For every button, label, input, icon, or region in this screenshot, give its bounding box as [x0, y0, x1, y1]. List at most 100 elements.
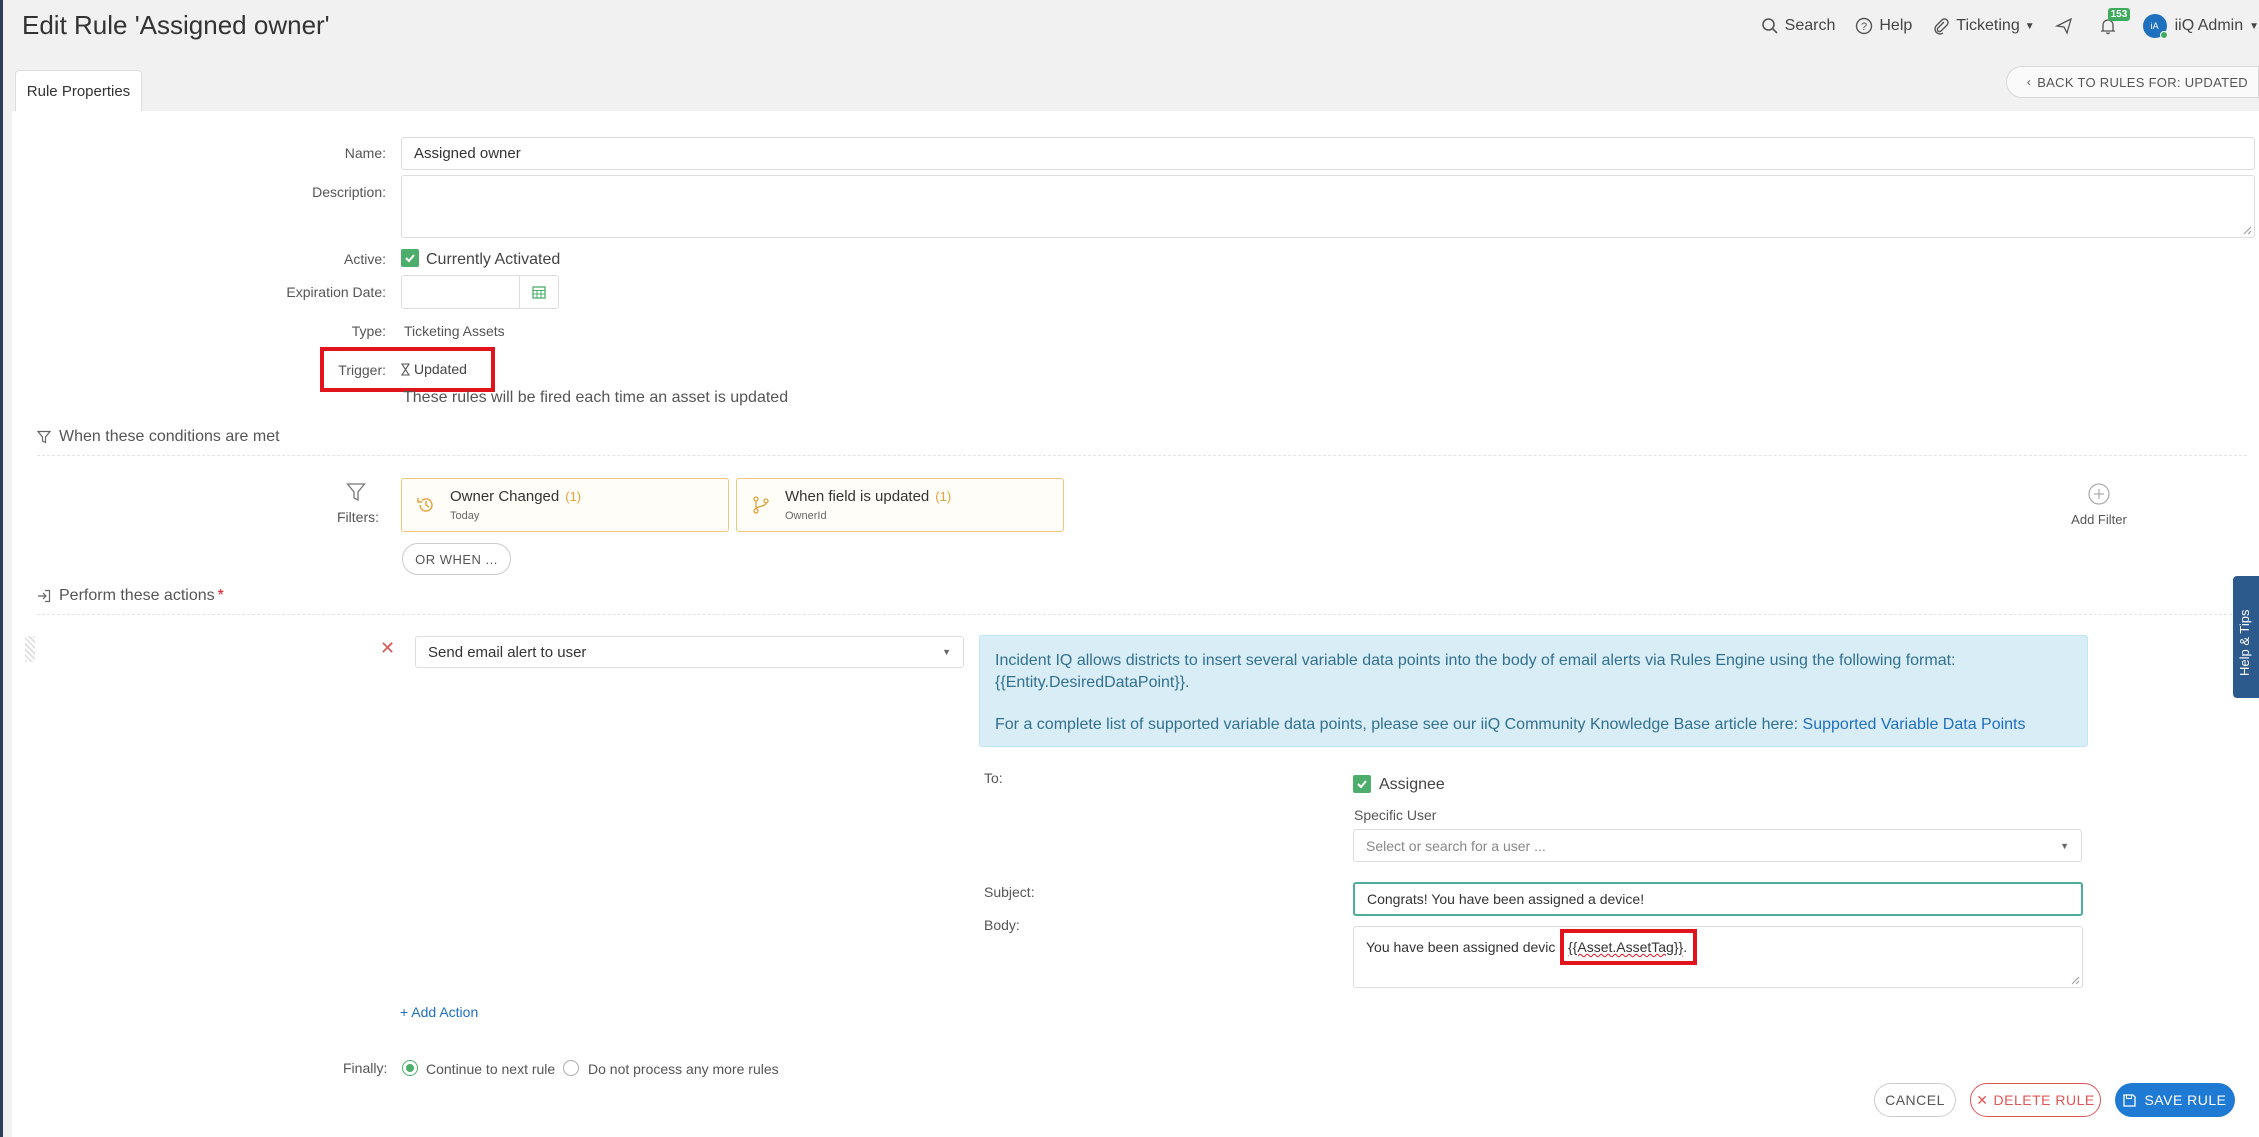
- description-label: Description:: [312, 184, 386, 200]
- chevron-down-icon: ▼: [2024, 20, 2035, 32]
- or-when-label: OR WHEN ...: [415, 551, 498, 567]
- name-input-value: Assigned owner: [414, 145, 521, 162]
- action-type-value: Send email alert to user: [428, 643, 587, 661]
- type-label: Type:: [351, 323, 386, 339]
- online-status-dot: [2159, 31, 2168, 39]
- assignee-label: Assignee: [1379, 776, 1445, 793]
- body-token: {{Asset.AssetTag}}: [1568, 939, 1684, 955]
- send-button[interactable]: [2054, 17, 2079, 35]
- continue-next-rule-label: Continue to next rule: [426, 1061, 556, 1077]
- continue-next-rule-radio[interactable]: [402, 1060, 418, 1076]
- conditions-heading-text: When these conditions are met: [59, 428, 280, 445]
- save-rule-button[interactable]: SAVE RULE: [2115, 1083, 2235, 1117]
- plus-circle-icon: [2088, 483, 2110, 505]
- drag-handle[interactable]: [25, 636, 35, 662]
- chevron-down-icon: ▼: [2060, 840, 2069, 851]
- stop-processing-label: Do not process any more rules: [588, 1061, 779, 1077]
- history-icon: [417, 498, 433, 512]
- remove-action-icon[interactable]: ✕: [380, 638, 395, 659]
- delete-rule-button[interactable]: ✕ DELETE RULE: [1970, 1083, 2101, 1117]
- subject-input[interactable]: Congrats! You have been assigned a devic…: [1353, 882, 2083, 916]
- stop-processing-radio[interactable]: [563, 1060, 579, 1076]
- left-edge-bar: [0, 0, 3, 1137]
- conditions-section-heading: When these conditions are met: [37, 428, 280, 446]
- back-to-rules-label: BACK TO RULES FOR: UPDATED: [2037, 74, 2248, 90]
- save-rule-label: SAVE RULE: [2144, 1092, 2227, 1108]
- subject-label: Subject:: [984, 884, 1035, 900]
- assignee-checkbox[interactable]: [1353, 775, 1371, 793]
- resize-handle-icon[interactable]: [2242, 225, 2252, 235]
- name-input[interactable]: Assigned owner: [401, 137, 2255, 170]
- specific-user-label: Specific User: [1354, 807, 1437, 823]
- info-line-2: {{Entity.DesiredDataPoint}}.: [995, 674, 1190, 691]
- tab-rule-properties[interactable]: Rule Properties: [15, 70, 142, 112]
- subject-value: Congrats! You have been assigned a devic…: [1367, 891, 1645, 907]
- variable-data-info-box: Incident IQ allows districts to insert s…: [979, 635, 2088, 747]
- body-token-highlight: {{Asset.AssetTag}}.: [1560, 929, 1697, 965]
- ticketing-menu[interactable]: Ticketing ▼: [1932, 17, 2035, 35]
- checkmark-icon: [1357, 780, 1367, 789]
- back-to-rules-button[interactable]: ‹ BACK TO RULES FOR: UPDATED: [2005, 66, 2259, 98]
- calendar-button[interactable]: [519, 275, 559, 309]
- or-when-button[interactable]: OR WHEN ...: [402, 543, 511, 575]
- branch-icon: [753, 496, 769, 514]
- supported-variable-data-points-link[interactable]: Supported Variable Data Points: [1803, 716, 2026, 733]
- notifications-button[interactable]: 153: [2099, 8, 2131, 35]
- paperclip-icon: [1934, 18, 1950, 35]
- add-action-link[interactable]: + Add Action: [400, 1004, 478, 1020]
- help-label: Help: [1879, 17, 1913, 34]
- trigger-value: Updated: [401, 361, 467, 377]
- body-label: Body:: [984, 917, 1020, 933]
- active-checkbox[interactable]: [401, 249, 419, 267]
- chevron-left-icon: ‹: [2026, 75, 2032, 89]
- finally-label: Finally:: [343, 1060, 388, 1076]
- required-mark: *: [217, 587, 224, 604]
- conditions-divider: [37, 455, 2247, 456]
- avatar: iA: [2142, 14, 2168, 39]
- resize-handle-icon[interactable]: [2070, 975, 2080, 985]
- specific-user-placeholder: Select or search for a user ...: [1366, 837, 1546, 854]
- trigger-note: These rules will be fired each time an a…: [403, 389, 789, 406]
- filter-count: (1): [565, 489, 582, 504]
- add-filter-button[interactable]: Add Filter: [2060, 483, 2138, 527]
- user-name: iiQ Admin: [2174, 17, 2244, 34]
- cancel-button[interactable]: CANCEL: [1874, 1083, 1956, 1117]
- filter-subtitle: Today: [450, 510, 480, 522]
- calendar-icon: [532, 286, 546, 299]
- filter-title: Owner Changed: [450, 488, 560, 505]
- active-label: Active:: [343, 251, 386, 267]
- filter-owner-changed[interactable]: Owner Changed (1) Today: [401, 478, 729, 532]
- body-text-suffix: .: [1683, 939, 1688, 955]
- hourglass-icon: [401, 362, 410, 376]
- specific-user-select[interactable]: Select or search for a user ... ▼: [1353, 829, 2082, 862]
- trigger-label: Trigger:: [338, 362, 386, 378]
- filter-count: (1): [935, 489, 952, 504]
- filter-icon: [346, 483, 366, 502]
- info-line-3: For a complete list of supported variabl…: [995, 716, 1799, 733]
- search-link[interactable]: Search: [1761, 17, 1835, 35]
- trigger-value-text: Updated: [414, 361, 467, 377]
- filter-when-field-updated[interactable]: When field is updated (1) OwnerId: [736, 478, 1064, 532]
- actions-divider: [37, 614, 2247, 615]
- body-textarea[interactable]: You have been assigned devic: [1353, 926, 2083, 988]
- expiration-date-input[interactable]: [401, 275, 520, 309]
- add-filter-label: Add Filter: [2071, 512, 2127, 527]
- user-menu[interactable]: iA iiQ Admin ▼: [2142, 14, 2259, 39]
- filters-label: Filters:: [337, 509, 379, 525]
- filter-subtitle: OwnerId: [785, 510, 827, 522]
- ticketing-label: Ticketing: [1956, 17, 2020, 34]
- actions-heading-text: Perform these actions: [59, 587, 215, 604]
- cancel-label: CANCEL: [1885, 1092, 1945, 1108]
- help-link[interactable]: ? Help: [1855, 17, 1912, 35]
- page-title: Edit Rule 'Assigned owner': [22, 10, 330, 40]
- description-textarea[interactable]: [401, 175, 2255, 238]
- help-tips-tab[interactable]: Help & Tips: [2233, 576, 2259, 698]
- top-nav: Search ? Help Ticketing ▼ 153 iA iiQ Adm…: [1761, 8, 2259, 39]
- chevron-down-icon: ▼: [2249, 20, 2259, 32]
- tab-rule-properties-label: Rule Properties: [26, 83, 131, 100]
- active-checkbox-label: Currently Activated: [426, 251, 561, 268]
- close-icon: ✕: [1976, 1091, 1989, 1108]
- action-type-select[interactable]: Send email alert to user ▼: [415, 636, 964, 668]
- save-icon: [2123, 1093, 2137, 1107]
- help-tips-label: Help & Tips: [2237, 609, 2252, 676]
